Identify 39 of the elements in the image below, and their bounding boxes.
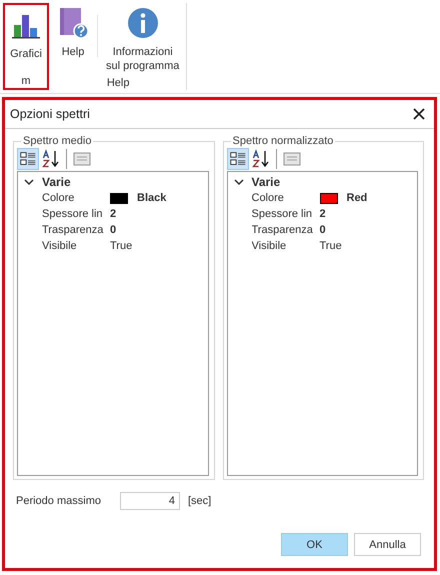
property-value[interactable]: 0 xyxy=(110,224,116,236)
dialog-title: Opzioni spettri xyxy=(10,107,90,121)
chevron-icon[interactable] xyxy=(24,177,34,187)
property-name: Trasparenza xyxy=(252,224,314,236)
info-icon xyxy=(126,7,159,39)
categorized-icon[interactable] xyxy=(17,148,39,170)
property-name: Trasparenza xyxy=(42,224,104,236)
property-name: Colore xyxy=(252,192,285,204)
close-icon[interactable] xyxy=(413,108,425,120)
ribbon-button[interactable]: Informazioni sul programma xyxy=(103,3,182,77)
dialog-button[interactable]: Annulla xyxy=(354,533,421,556)
category-name: Varie xyxy=(252,175,280,189)
property-name: Spessore lin xyxy=(42,208,104,220)
period-input[interactable]: 4 xyxy=(120,492,180,510)
property-name: Visibile xyxy=(252,240,288,252)
property-name: Colore xyxy=(42,192,76,204)
period-label: Periodo massimo xyxy=(16,495,102,507)
property-name: Spessore lin xyxy=(252,208,314,220)
sort-alphabetical-icon[interactable] xyxy=(250,148,272,170)
property-value[interactable]: 2 xyxy=(110,208,116,220)
property-value[interactable]: Black xyxy=(137,192,166,204)
category-name: Varie xyxy=(42,175,71,189)
property-value[interactable]: True xyxy=(320,240,342,252)
unit-label: [sec] xyxy=(188,495,212,507)
group-title: Spettro medio xyxy=(22,135,92,147)
property-value[interactable]: 0 xyxy=(320,224,326,236)
property-value[interactable]: True xyxy=(110,240,132,252)
property-value[interactable]: Red xyxy=(346,192,368,204)
group-label: Help xyxy=(106,77,130,90)
ribbon-button[interactable]: Grafici xyxy=(7,5,45,75)
property-name: Visibile xyxy=(42,240,78,252)
dialog-button[interactable]: OK xyxy=(281,533,348,556)
help-book-icon xyxy=(57,7,89,39)
group-label: m xyxy=(21,75,31,88)
ribbon-button[interactable]: Help xyxy=(54,3,92,77)
property-value[interactable]: 2 xyxy=(320,208,326,220)
categorized-icon[interactable] xyxy=(226,148,248,170)
group-title: Spettro normalizzato xyxy=(232,135,334,147)
chevron-icon[interactable] xyxy=(234,177,244,187)
